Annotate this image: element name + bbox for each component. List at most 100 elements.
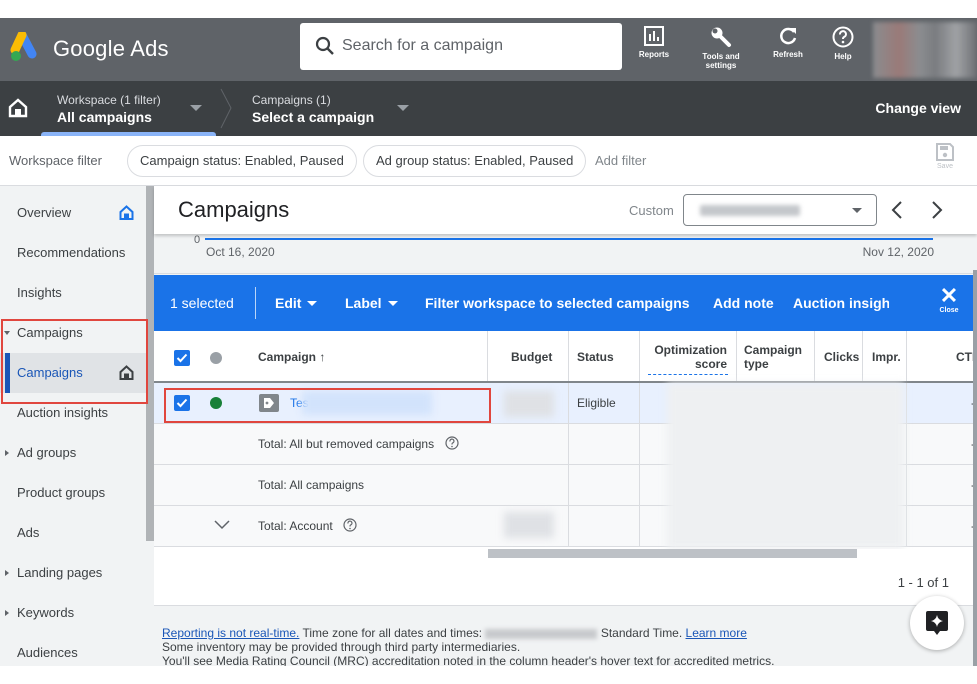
learn-more-link[interactable]: Learn more <box>686 626 747 640</box>
filter-workspace-button[interactable]: Filter workspace to selected campaigns <box>425 295 690 311</box>
next-period-icon[interactable] <box>927 198 947 222</box>
expand-chevron-icon[interactable] <box>214 520 230 530</box>
dropdown-arrow-icon <box>307 301 318 306</box>
inventory-note: Some inventory may be provided through t… <box>162 640 521 654</box>
column-divider <box>639 331 640 381</box>
timezone-redacted <box>485 628 598 639</box>
workspace-subtitle: Workspace (1 filter) <box>57 93 161 107</box>
breadcrumb-separator-icon <box>220 88 232 129</box>
column-label: Campaign <box>258 350 317 364</box>
edit-menu-button[interactable]: Edit <box>275 295 318 311</box>
filter-chip-campaign-status[interactable]: Campaign status: Enabled, Paused <box>127 145 357 177</box>
sidebar-item-ad-groups[interactable]: Ad groups <box>0 433 146 473</box>
label-label: Label <box>345 295 382 311</box>
campaigns-table: Campaign ↑ Budget Status Optimization sc… <box>154 331 977 549</box>
total-label: Total: All campaigns <box>258 478 365 492</box>
label-menu-button[interactable]: Label <box>345 295 398 311</box>
date-range-selector[interactable] <box>683 194 877 226</box>
app-header: Google Ads Reports Tools and settings <box>0 18 977 81</box>
save-filter-button[interactable]: Save <box>930 143 960 170</box>
budget-redacted <box>504 391 554 417</box>
close-label: Close <box>939 307 959 314</box>
table-header: Campaign ↑ Budget Status Optimization sc… <box>154 331 977 383</box>
date-range-value-redacted <box>700 205 800 216</box>
assistant-fab-button[interactable] <box>910 596 964 650</box>
sidebar-item-ads[interactable]: Ads <box>0 513 146 553</box>
refresh-button[interactable]: Refresh <box>758 26 818 59</box>
help-button[interactable]: Help <box>813 26 873 61</box>
dashed-underline <box>648 374 728 375</box>
reports-label: Reports <box>638 50 670 59</box>
sidebar: Overview Recommendations Insights Campai… <box>0 186 146 666</box>
column-divider <box>862 331 863 381</box>
change-view-button[interactable]: Change view <box>875 100 961 116</box>
search-input[interactable] <box>342 33 602 59</box>
campaign-dropdown-icon <box>397 105 409 111</box>
column-divider <box>639 383 640 547</box>
sidebar-item-label: Ads <box>17 525 40 540</box>
navigation-bar: Workspace (1 filter) All campaigns Campa… <box>0 81 977 136</box>
sidebar-item-insights[interactable]: Insights <box>0 273 146 313</box>
column-divider <box>568 331 569 381</box>
sidebar-item-overview[interactable]: Overview <box>0 193 146 233</box>
column-label: Optimization <box>654 343 727 357</box>
status-header-icon <box>210 352 222 364</box>
add-filter-button[interactable]: Add filter <box>595 153 646 168</box>
sidebar-item-label: Landing pages <box>17 565 103 580</box>
dropdown-arrow-icon <box>387 301 398 306</box>
previous-period-icon[interactable] <box>887 198 907 222</box>
refresh-icon <box>780 27 797 45</box>
bottom-strip <box>0 666 977 684</box>
save-label: Save <box>937 163 953 170</box>
account-avatar[interactable] <box>873 22 977 78</box>
sidebar-item-label: Keywords <box>17 605 75 620</box>
filter-chip-ad-group-status[interactable]: Ad group status: Enabled, Paused <box>363 145 587 177</box>
sidebar-item-label: Insights <box>17 285 62 300</box>
total-label: Total: All but removed campaigns <box>258 437 435 451</box>
close-selection-button[interactable]: ✕ Close <box>934 285 964 315</box>
sidebar-item-product-groups[interactable]: Product groups <box>0 473 146 513</box>
collapse-arrow-icon <box>5 450 9 456</box>
reporting-not-realtime-link[interactable]: Reporting is not real-time. <box>162 626 299 640</box>
edit-label: Edit <box>275 295 302 311</box>
select-all-checkbox[interactable] <box>174 350 190 366</box>
home-icon[interactable] <box>8 98 28 118</box>
wrench-icon <box>711 27 731 47</box>
home-icon <box>119 205 134 220</box>
budget-redacted <box>504 512 554 538</box>
column-label: score <box>694 357 727 371</box>
column-divider <box>736 331 737 381</box>
page-scrollbar[interactable] <box>973 270 977 666</box>
help-icon[interactable] <box>445 436 459 450</box>
refresh-label: Refresh <box>773 50 803 59</box>
workspace-filter-label: Workspace filter <box>9 153 102 168</box>
help-icon[interactable] <box>343 518 357 532</box>
sidebar-item-label: Recommendations <box>17 245 126 260</box>
workspace-title: All campaigns <box>57 109 152 125</box>
tools-settings-button[interactable]: Tools and settings <box>691 26 751 70</box>
campaign-search[interactable] <box>300 23 622 70</box>
timezone-prefix: Time zone for all dates and times: <box>299 626 486 640</box>
auction-insights-button[interactable]: Auction insigh <box>793 295 889 311</box>
reports-icon <box>644 26 664 46</box>
workspace-filter-bar: Workspace filter Campaign status: Enable… <box>0 136 977 186</box>
sidebar-item-keywords[interactable]: Keywords <box>0 593 146 633</box>
sort-ascending-icon: ↑ <box>319 350 326 364</box>
table-horizontal-scrollbar[interactable] <box>488 549 857 558</box>
chart-end-date: Nov 12, 2020 <box>862 245 934 259</box>
chart-series-line <box>205 238 933 240</box>
total-label: Total: Account <box>258 519 333 533</box>
google-ads-logo-icon <box>10 32 37 61</box>
column-divider <box>814 331 815 381</box>
metrics-redacted-area <box>667 383 904 549</box>
sidebar-item-landing-pages[interactable]: Landing pages <box>0 553 146 593</box>
collapse-arrow-icon <box>5 570 9 576</box>
selected-count: 1 selected <box>170 295 234 311</box>
reports-button[interactable]: Reports <box>624 26 684 59</box>
add-note-button[interactable]: Add note <box>713 295 774 311</box>
campaign-status: Eligible <box>577 396 616 410</box>
column-divider <box>487 331 488 381</box>
sidebar-item-recommendations[interactable]: Recommendations <box>0 233 146 273</box>
brand-name: Google Ads <box>53 36 169 61</box>
chart-start-date: Oct 16, 2020 <box>206 245 275 259</box>
